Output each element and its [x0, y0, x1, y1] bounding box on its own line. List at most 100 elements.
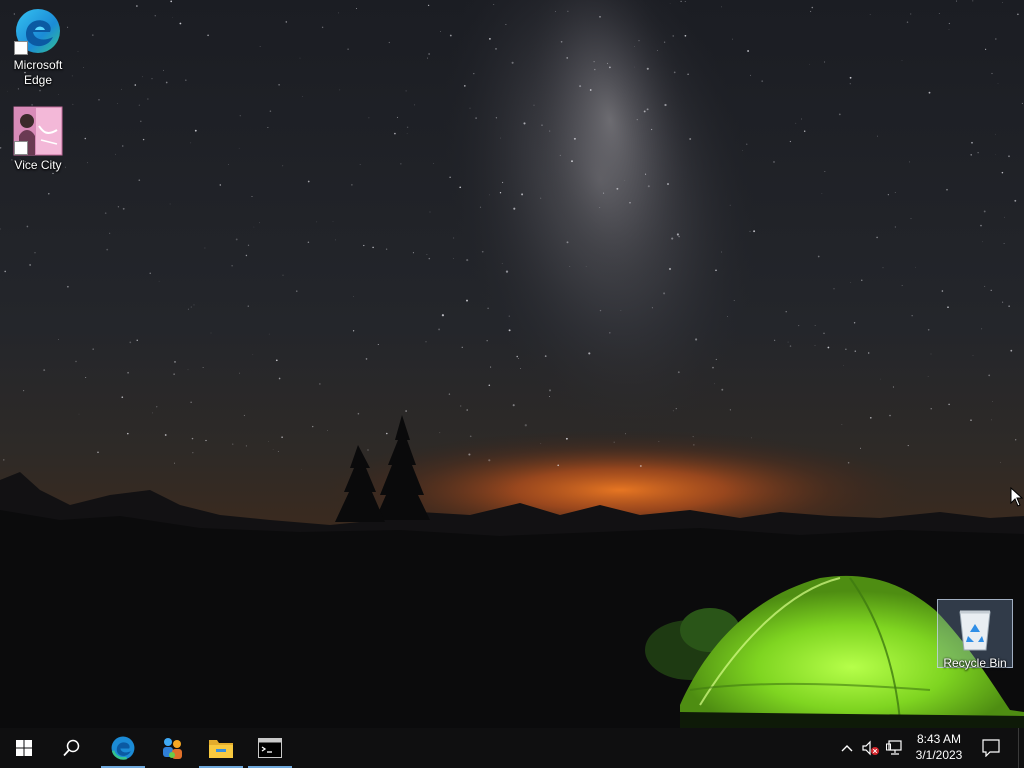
star	[433, 163, 434, 164]
star	[814, 345, 816, 346]
star	[869, 14, 871, 15]
star	[202, 367, 204, 369]
search-button[interactable]	[48, 728, 96, 768]
star	[803, 130, 806, 132]
star	[489, 194, 490, 196]
star	[636, 118, 638, 121]
star	[1021, 102, 1023, 104]
star	[656, 50, 658, 51]
star	[638, 39, 640, 42]
star	[466, 409, 468, 411]
desktop-icon-label: Microsoft Edge	[13, 58, 63, 87]
star	[253, 226, 255, 228]
star	[892, 386, 894, 388]
star	[272, 449, 274, 450]
star	[427, 57, 428, 59]
star	[861, 279, 863, 281]
star	[838, 113, 841, 116]
star	[971, 141, 973, 144]
star	[67, 285, 69, 288]
star	[335, 239, 337, 241]
star	[245, 445, 247, 447]
star	[549, 396, 551, 397]
star	[761, 80, 764, 83]
star	[607, 62, 608, 64]
star	[368, 117, 370, 119]
show-desktop-button[interactable]	[1018, 728, 1024, 768]
star	[414, 104, 416, 106]
clock-button[interactable]: 8:43 AM 3/1/2023	[908, 728, 970, 768]
volume-button[interactable]	[860, 728, 882, 768]
taskbar: 8:43 AM 3/1/2023	[0, 728, 1024, 768]
star	[712, 366, 714, 369]
star	[715, 269, 717, 272]
star	[127, 371, 129, 374]
star	[92, 348, 94, 350]
star	[428, 53, 430, 55]
star	[43, 369, 46, 372]
star	[247, 305, 249, 307]
star	[992, 401, 993, 402]
taskbar-people-button[interactable]	[148, 728, 196, 768]
star	[84, 137, 87, 140]
star	[78, 413, 80, 415]
star	[817, 255, 820, 258]
star	[269, 110, 272, 112]
start-button[interactable]	[0, 728, 48, 768]
star	[489, 38, 491, 40]
taskbar-file-explorer-button[interactable]	[197, 728, 245, 768]
star	[439, 432, 441, 434]
desktop-icon-edge[interactable]: Microsoft Edge	[0, 2, 76, 88]
star	[524, 424, 527, 427]
star	[624, 180, 626, 181]
star	[359, 164, 361, 165]
star	[386, 432, 388, 435]
star	[927, 376, 929, 377]
star	[468, 453, 471, 456]
star	[549, 130, 551, 132]
show-hidden-icons-button[interactable]	[836, 728, 858, 768]
star	[173, 373, 175, 375]
star	[841, 423, 843, 425]
star	[347, 48, 349, 50]
desktop[interactable]: Microsoft Edge Vice City Recycle Bin	[0, 0, 1024, 728]
star	[235, 238, 238, 241]
action-center-button[interactable]	[978, 728, 1004, 768]
star	[23, 390, 25, 392]
desktop-icon-vice-city[interactable]: Vice City	[0, 102, 76, 173]
star	[981, 328, 983, 330]
star	[533, 104, 535, 106]
star	[667, 183, 669, 185]
star	[97, 451, 99, 454]
star	[995, 133, 997, 135]
star	[461, 346, 463, 348]
star	[385, 248, 388, 250]
desktop-icon-recycle-bin[interactable]: Recycle Bin	[937, 599, 1013, 670]
star	[548, 389, 552, 392]
star	[639, 465, 642, 467]
star	[499, 192, 502, 194]
star	[500, 137, 501, 139]
star	[151, 412, 153, 414]
star	[282, 274, 284, 276]
star	[34, 252, 36, 254]
volume-muted-icon	[862, 740, 879, 756]
star	[142, 76, 144, 78]
star	[363, 244, 365, 247]
star	[1002, 2, 1003, 3]
star	[676, 233, 679, 236]
taskbar-command-prompt-button[interactable]	[246, 728, 294, 768]
star	[559, 154, 561, 156]
star	[643, 110, 646, 113]
star	[847, 461, 850, 464]
star	[511, 61, 514, 64]
star	[1015, 439, 1017, 441]
star	[732, 38, 733, 40]
star	[1003, 242, 1005, 245]
vice-city-icon	[13, 106, 63, 156]
star	[809, 63, 810, 65]
network-button[interactable]	[884, 728, 906, 768]
star	[190, 306, 192, 308]
network-icon	[886, 740, 902, 755]
taskbar-edge-button[interactable]	[99, 728, 147, 768]
